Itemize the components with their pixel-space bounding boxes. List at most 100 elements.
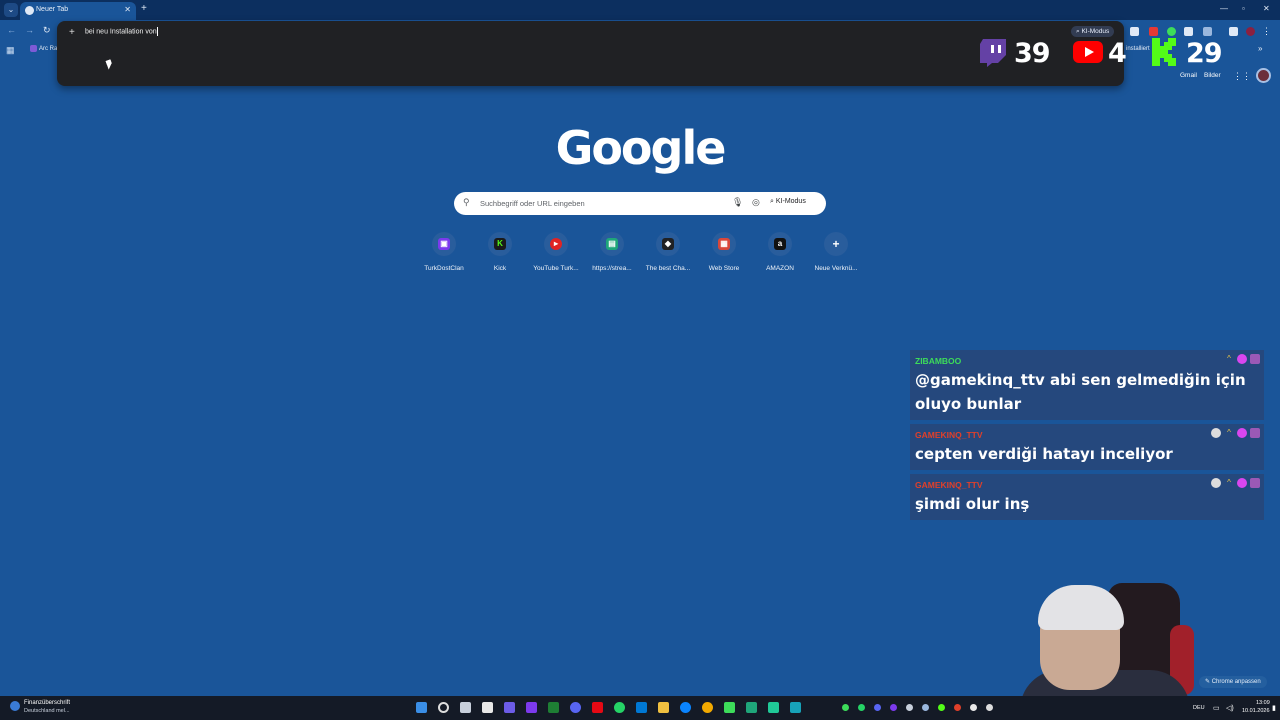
- stream-icon: ▤: [606, 238, 618, 250]
- app-icon[interactable]: [504, 702, 515, 713]
- chat-message: GAMEKINQ_TTV ^ şimdi olur inş: [910, 474, 1264, 520]
- apps-icon[interactable]: ▦: [6, 45, 15, 56]
- images-link[interactable]: Bilder: [1204, 72, 1221, 79]
- shortcut-tile[interactable]: K Kick: [470, 232, 530, 272]
- app-icon[interactable]: [768, 702, 779, 713]
- extension-icon[interactable]: [1167, 27, 1176, 36]
- app-icon[interactable]: [526, 702, 537, 713]
- file-explorer-icon[interactable]: [658, 702, 669, 713]
- tray-icon[interactable]: [954, 704, 961, 711]
- omnibox-input[interactable]: bei neu Installation von: [85, 27, 158, 36]
- app-icon[interactable]: [790, 702, 801, 713]
- close-tab-icon[interactable]: ✕: [124, 5, 131, 14]
- shortcut-label: YouTube Turk...: [533, 265, 579, 272]
- download-icon[interactable]: [1229, 27, 1238, 36]
- menu-icon[interactable]: ⋮: [1262, 27, 1271, 36]
- chrome-icon[interactable]: [702, 702, 713, 713]
- maximize-icon[interactable]: ▫: [1242, 4, 1245, 13]
- subscriber-badge-icon: [1250, 353, 1260, 364]
- twitch-count: 39: [1014, 38, 1051, 69]
- widgets-icon[interactable]: [482, 702, 493, 713]
- puzzle-icon[interactable]: [1203, 27, 1212, 36]
- back-icon[interactable]: ←: [7, 25, 16, 35]
- tab-new-tab[interactable]: Neuer Tab ✕: [20, 2, 136, 20]
- tray-icon[interactable]: [906, 704, 913, 711]
- microphone-icon[interactable]: 🎙: [732, 197, 743, 208]
- app-icon[interactable]: [724, 702, 735, 713]
- pdf-extension-icon[interactable]: [1149, 27, 1158, 36]
- discord-icon[interactable]: [570, 702, 581, 713]
- lens-icon[interactable]: ◎: [752, 197, 760, 208]
- chat-text: şimdi olur inş: [915, 495, 1030, 513]
- heart-badge-icon: [1237, 477, 1247, 488]
- heart-badge-icon: [1237, 353, 1247, 364]
- whatsapp-icon[interactable]: [614, 702, 625, 713]
- extension-icon[interactable]: [1184, 27, 1193, 36]
- search-icon[interactable]: [438, 702, 449, 713]
- plus-icon: +: [832, 237, 840, 251]
- volume-icon[interactable]: ◁): [1226, 704, 1234, 712]
- subscriber-badge-icon: [1250, 427, 1260, 438]
- avatar[interactable]: [1256, 68, 1271, 83]
- google-logo: Google: [555, 121, 727, 175]
- add-shortcut-tile[interactable]: + Neue Verknü...: [806, 232, 866, 272]
- tray-icon[interactable]: [922, 704, 929, 711]
- shortcut-tile[interactable]: ▦ Web Store: [694, 232, 754, 272]
- chat-text: @gamekinq_ttv abi sen gelmediğin için ol…: [915, 371, 1246, 413]
- twitch-icon: ▣: [438, 238, 450, 250]
- chat-text: cepten verdiği hatayı inceliyor: [915, 445, 1173, 463]
- app-icon[interactable]: [746, 702, 757, 713]
- new-tab-button[interactable]: +: [141, 3, 147, 14]
- forward-icon[interactable]: →: [25, 25, 34, 35]
- tray-icon[interactable]: [842, 704, 849, 711]
- outlook-icon[interactable]: [636, 702, 647, 713]
- edge-icon[interactable]: [680, 702, 691, 713]
- shortcut-tile[interactable]: ◆ The best Cha...: [638, 232, 698, 272]
- network-icon[interactable]: ▭: [1213, 704, 1220, 712]
- bookmarks-overflow-icon[interactable]: »: [1258, 44, 1262, 53]
- task-view-icon[interactable]: [460, 702, 471, 713]
- shortcut-tile[interactable]: ▸ YouTube Turk...: [526, 232, 586, 272]
- google-apps-icon[interactable]: ⋮⋮: [1233, 71, 1251, 82]
- search-box[interactable]: ⚲ Suchbegriff oder URL eingeben 🎙 ◎ ⌕ KI…: [454, 192, 826, 215]
- extension-icon[interactable]: [1130, 27, 1139, 36]
- clock-date[interactable]: 10.01.2026: [1242, 708, 1270, 714]
- tray-icon[interactable]: [938, 704, 945, 711]
- customize-chrome-button[interactable]: ✎ Chrome anpassen: [1199, 676, 1267, 688]
- tray-icon[interactable]: [874, 704, 881, 711]
- notification-icon[interactable]: ▮: [1272, 704, 1276, 712]
- tray-icon[interactable]: [858, 704, 865, 711]
- clock-time[interactable]: 13:09: [1256, 700, 1270, 706]
- profile-icon[interactable]: [1246, 27, 1255, 36]
- shortcut-tile[interactable]: ▣ TurkDostClan: [414, 232, 474, 272]
- tray-icon[interactable]: [890, 704, 897, 711]
- ki-mode-button[interactable]: ⌕ KI-Modus: [770, 198, 806, 206]
- chevron-up-icon: ^: [1227, 477, 1231, 487]
- shortcut-label: Neue Verknü...: [814, 265, 858, 272]
- tray-icon[interactable]: [970, 704, 977, 711]
- reload-icon[interactable]: ↻: [43, 25, 51, 36]
- search-input[interactable]: Suchbegriff oder URL eingeben: [480, 199, 585, 208]
- kick-count: 29: [1186, 38, 1223, 69]
- gmail-link[interactable]: Gmail: [1180, 72, 1197, 79]
- shortcut-label: https://strea...: [592, 265, 632, 272]
- minimize-icon[interactable]: —: [1220, 4, 1228, 13]
- tab-search-button[interactable]: ⌄: [4, 3, 18, 17]
- omnibox-dropdown: + bei neu Installation von ⌕ KI-Modus: [57, 21, 1124, 86]
- excel-icon[interactable]: [548, 702, 559, 713]
- shortcut-label: The best Cha...: [645, 265, 691, 272]
- tray-icon[interactable]: [986, 704, 993, 711]
- tab-strip: ⌄ Neuer Tab ✕ + — ▫ ✕: [0, 0, 1280, 20]
- close-window-icon[interactable]: ✕: [1263, 4, 1270, 13]
- shortcut-tile[interactable]: a AMAZON: [750, 232, 810, 272]
- ki-mode-button[interactable]: ⌕ KI-Modus: [1071, 26, 1115, 37]
- shortcut-tile[interactable]: ▤ https://strea...: [582, 232, 642, 272]
- taskbar: Finanzüberschrift Deutschland mel... DEU…: [0, 696, 1280, 720]
- language-indicator[interactable]: DEU: [1193, 705, 1205, 711]
- bookmark-item[interactable]: installiert: [1126, 46, 1150, 52]
- netflix-icon[interactable]: [592, 702, 603, 713]
- subscriber-badge-icon: [1250, 477, 1260, 488]
- bookmark-item[interactable]: Arc Ra: [30, 45, 57, 52]
- start-icon[interactable]: [416, 702, 427, 713]
- news-subtitle: Deutschland mel...: [24, 708, 70, 714]
